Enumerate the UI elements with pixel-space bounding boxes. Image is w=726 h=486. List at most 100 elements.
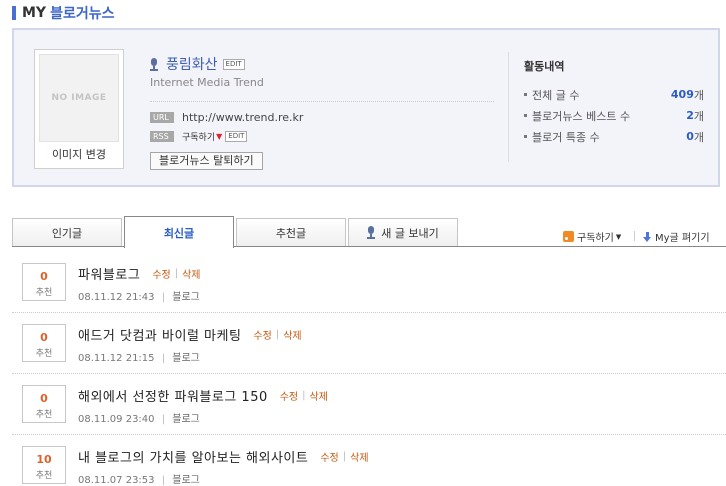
- delete-post-link[interactable]: 삭제: [310, 388, 328, 403]
- recommend-label: 추천: [35, 349, 53, 359]
- tabs-baseline: [12, 246, 726, 247]
- bullet-icon: [524, 135, 527, 138]
- page-title: 블로거뉴스: [50, 6, 115, 22]
- meta-separator: |: [161, 475, 166, 486]
- recommend-count-box[interactable]: 10 추천: [22, 446, 66, 484]
- rss-subscribe-link[interactable]: 구독하기: [182, 130, 215, 143]
- toolbar-separator: [634, 231, 635, 241]
- post-title-link[interactable]: 내 블로그의 가치를 알아보는 해외사이트: [78, 447, 308, 466]
- profile-photo[interactable]: NO IMAGE 이미지 변경: [34, 49, 124, 169]
- recommend-count-box[interactable]: 0 추천: [22, 385, 66, 423]
- post-meta: 08.11.09 23:40 | 블로그: [78, 410, 200, 425]
- profile-divider: [150, 101, 494, 102]
- blog-name-edit-button[interactable]: EDIT: [222, 58, 245, 70]
- recommend-count: 10: [36, 453, 52, 466]
- delete-post-link[interactable]: 삭제: [350, 449, 368, 464]
- post-meta: 08.11.12 21:43 | 블로그: [78, 288, 200, 303]
- edit-post-link[interactable]: 수정: [280, 388, 298, 403]
- blog-name-row: 풍림화산 EDIT: [150, 54, 245, 74]
- header-bar-decoration: [12, 6, 16, 20]
- my-posts-expand-button[interactable]: My글 펴기기: [643, 229, 710, 244]
- activity-unit: 개: [693, 88, 704, 102]
- post-date: 08.11.09 23:40: [78, 414, 155, 425]
- no-image-placeholder: NO IMAGE: [39, 54, 119, 142]
- profile-box: NO IMAGE 이미지 변경 풍림화산 EDIT Internet Media…: [12, 28, 720, 187]
- subscribe-label: 구독하기: [577, 233, 614, 244]
- page-header: MY 블로거뉴스: [12, 4, 114, 22]
- post-date: 08.11.12 21:15: [78, 353, 155, 364]
- activity-count[interactable]: 2: [686, 109, 694, 122]
- rss-row: RSS 구독하기 ▼ EDIT: [150, 130, 248, 143]
- action-separator: |: [174, 268, 179, 279]
- bullet-icon: [524, 93, 527, 96]
- activity-label: 블로거 특종 수: [532, 130, 600, 144]
- bullet-icon: [524, 114, 527, 117]
- profile-vertical-divider: [508, 52, 509, 162]
- blog-name-link[interactable]: 풍림화산: [166, 54, 218, 74]
- caret-down-icon[interactable]: ▼: [216, 132, 222, 141]
- tab-send-new-post[interactable]: 새 글 보내기: [348, 218, 458, 246]
- recommend-count-box[interactable]: 0 추천: [22, 324, 66, 362]
- recommend-label: 추천: [35, 288, 53, 298]
- subscribe-dropdown[interactable]: 구독하기 ▼: [563, 229, 621, 244]
- post-date: 08.11.07 23:53: [78, 475, 155, 486]
- withdraw-button[interactable]: 블로거뉴스 탈퇴하기: [150, 152, 263, 170]
- change-image-link[interactable]: 이미지 변경: [35, 146, 123, 162]
- post-title-link[interactable]: 애드거 닷컴과 바이럴 마케팅: [78, 325, 241, 344]
- meta-separator: |: [161, 292, 166, 303]
- caret-down-icon: ▼: [615, 232, 622, 241]
- page-title-my: MY: [22, 5, 47, 21]
- action-separator: |: [342, 451, 347, 462]
- list-item: 0 추천 파워블로그 수정 | 삭제 08.11.12 21:43 | 블로그: [12, 252, 726, 313]
- recommend-count: 0: [40, 331, 48, 344]
- edit-post-link[interactable]: 수정: [320, 449, 338, 464]
- post-title-row: 내 블로그의 가치를 알아보는 해외사이트 수정 | 삭제: [78, 447, 369, 466]
- action-separator: |: [275, 329, 280, 340]
- activity-count[interactable]: 0: [686, 130, 694, 143]
- recommend-count-box[interactable]: 0 추천: [22, 263, 66, 301]
- list-item: 0 추천 애드거 닷컴과 바이럴 마케팅 수정 | 삭제 08.11.12 21…: [12, 313, 726, 374]
- microphone-icon: [367, 226, 376, 239]
- my-posts-label: My글 펴기기: [655, 233, 710, 244]
- activity-item-best-count: 블로거뉴스 베스트 수 2 개: [524, 105, 704, 126]
- activity-unit: 개: [693, 109, 704, 123]
- blog-subtitle: Internet Media Trend: [150, 76, 264, 89]
- rss-edit-button[interactable]: EDIT: [225, 131, 248, 142]
- microphone-icon: [150, 57, 158, 71]
- tab-recommended[interactable]: 추천글: [236, 218, 346, 246]
- activity-panel: 활동내역 전체 글 수 409 개 블로거뉴스 베스트 수 2 개 블로거 특종…: [524, 58, 704, 147]
- list-item: 10 추천 내 블로그의 가치를 알아보는 해외사이트 수정 | 삭제 08.1…: [12, 435, 726, 486]
- url-row: URL http://www.trend.re.kr: [150, 111, 303, 124]
- edit-post-link[interactable]: 수정: [152, 266, 170, 281]
- delete-post-link[interactable]: 삭제: [283, 327, 301, 342]
- edit-post-link[interactable]: 수정: [253, 327, 271, 342]
- post-date: 08.11.12 21:43: [78, 292, 155, 303]
- url-tag: URL: [150, 112, 174, 123]
- post-category: 블로그: [172, 414, 200, 425]
- post-meta: 08.11.12 21:15 | 블로그: [78, 349, 200, 364]
- post-title-link[interactable]: 해외에서 선정한 파워블로그 150: [78, 386, 268, 405]
- recommend-count: 0: [40, 270, 48, 283]
- no-image-text: NO IMAGE: [51, 93, 107, 103]
- tab-latest[interactable]: 최신글: [124, 216, 234, 248]
- tab-popular[interactable]: 인기글: [12, 218, 122, 246]
- rss-icon: [563, 231, 574, 242]
- blog-url-link[interactable]: http://www.trend.re.kr: [182, 111, 303, 124]
- delete-post-link[interactable]: 삭제: [182, 266, 200, 281]
- activity-label: 전체 글 수: [532, 88, 580, 102]
- post-title-link[interactable]: 파워블로그: [78, 264, 140, 283]
- activity-item-total-posts: 전체 글 수 409 개: [524, 84, 704, 105]
- post-meta: 08.11.07 23:53 | 블로그: [78, 471, 200, 486]
- post-category: 블로그: [172, 292, 200, 303]
- activity-unit: 개: [693, 130, 704, 144]
- activity-count[interactable]: 409: [671, 88, 694, 101]
- down-arrow-icon: [643, 231, 651, 242]
- recommend-count: 0: [40, 392, 48, 405]
- recommend-label: 추천: [35, 471, 53, 481]
- list-item: 0 추천 해외에서 선정한 파워블로그 150 수정 | 삭제 08.11.09…: [12, 374, 726, 435]
- activity-label: 블로거뉴스 베스트 수: [532, 109, 631, 123]
- activity-title: 활동내역: [524, 60, 565, 73]
- action-separator: |: [302, 390, 306, 401]
- post-category: 블로그: [172, 475, 200, 486]
- post-list: 0 추천 파워블로그 수정 | 삭제 08.11.12 21:43 | 블로그 …: [12, 252, 726, 486]
